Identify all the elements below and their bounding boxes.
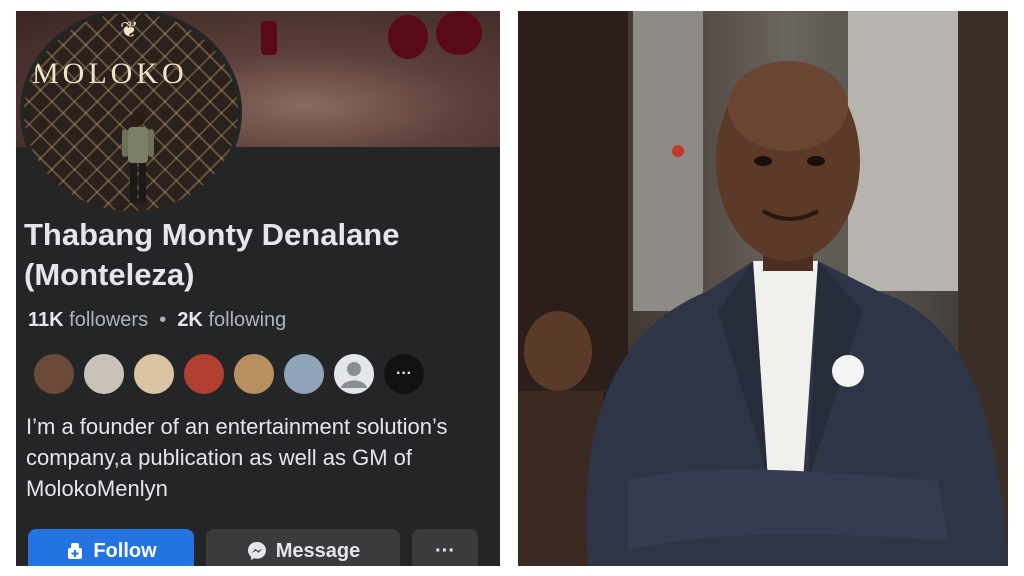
follow-label: Follow [93,539,157,562]
message-button[interactable]: Message [206,529,400,566]
portrait-photo [518,11,1008,566]
friend-avatar[interactable] [32,352,76,396]
profile-picture[interactable]: ❦ MOLOKO [20,11,242,215]
profile-picture-brand: MOLOKO [32,57,188,90]
followers-count[interactable]: 11K [28,309,64,331]
follow-icon [68,543,83,559]
more-friends-icon[interactable]: ··· [382,352,426,396]
stats-separator: • [148,309,178,331]
follow-button[interactable]: Follow [28,529,194,566]
followers-label[interactable]: followers [64,309,148,331]
person-figure-icon [122,112,154,203]
following-label[interactable]: following [203,309,286,331]
friend-avatar[interactable] [82,352,126,396]
default-avatar-icon[interactable] [332,352,376,396]
cover-decoration [388,15,428,59]
profile-panel: ❦ MOLOKO Thabang Monty Denalane (Montele… [16,11,500,566]
mutual-friends-row: ··· [32,352,426,396]
friend-avatar[interactable] [232,352,276,396]
friend-avatar[interactable] [132,352,176,396]
messenger-icon [247,542,266,560]
message-label: Message [275,539,361,562]
following-count[interactable]: 2K [177,309,203,331]
cover-decoration [261,21,277,55]
more-options-button[interactable]: ··· [412,529,478,566]
more-icon: ··· [435,539,455,562]
leaf-crest-icon: ❦ [120,17,139,42]
profile-name: Thabang Monty Denalane (Monteleza) [24,217,400,292]
friend-avatar[interactable] [282,352,326,396]
profile-bio: I’m a founder of an entertainment soluti… [26,414,448,501]
friend-avatar[interactable] [182,352,226,396]
follow-stats: 11K followers • 2K following [28,309,286,332]
cover-decoration [436,11,482,55]
portrait-illustration [518,11,1008,566]
